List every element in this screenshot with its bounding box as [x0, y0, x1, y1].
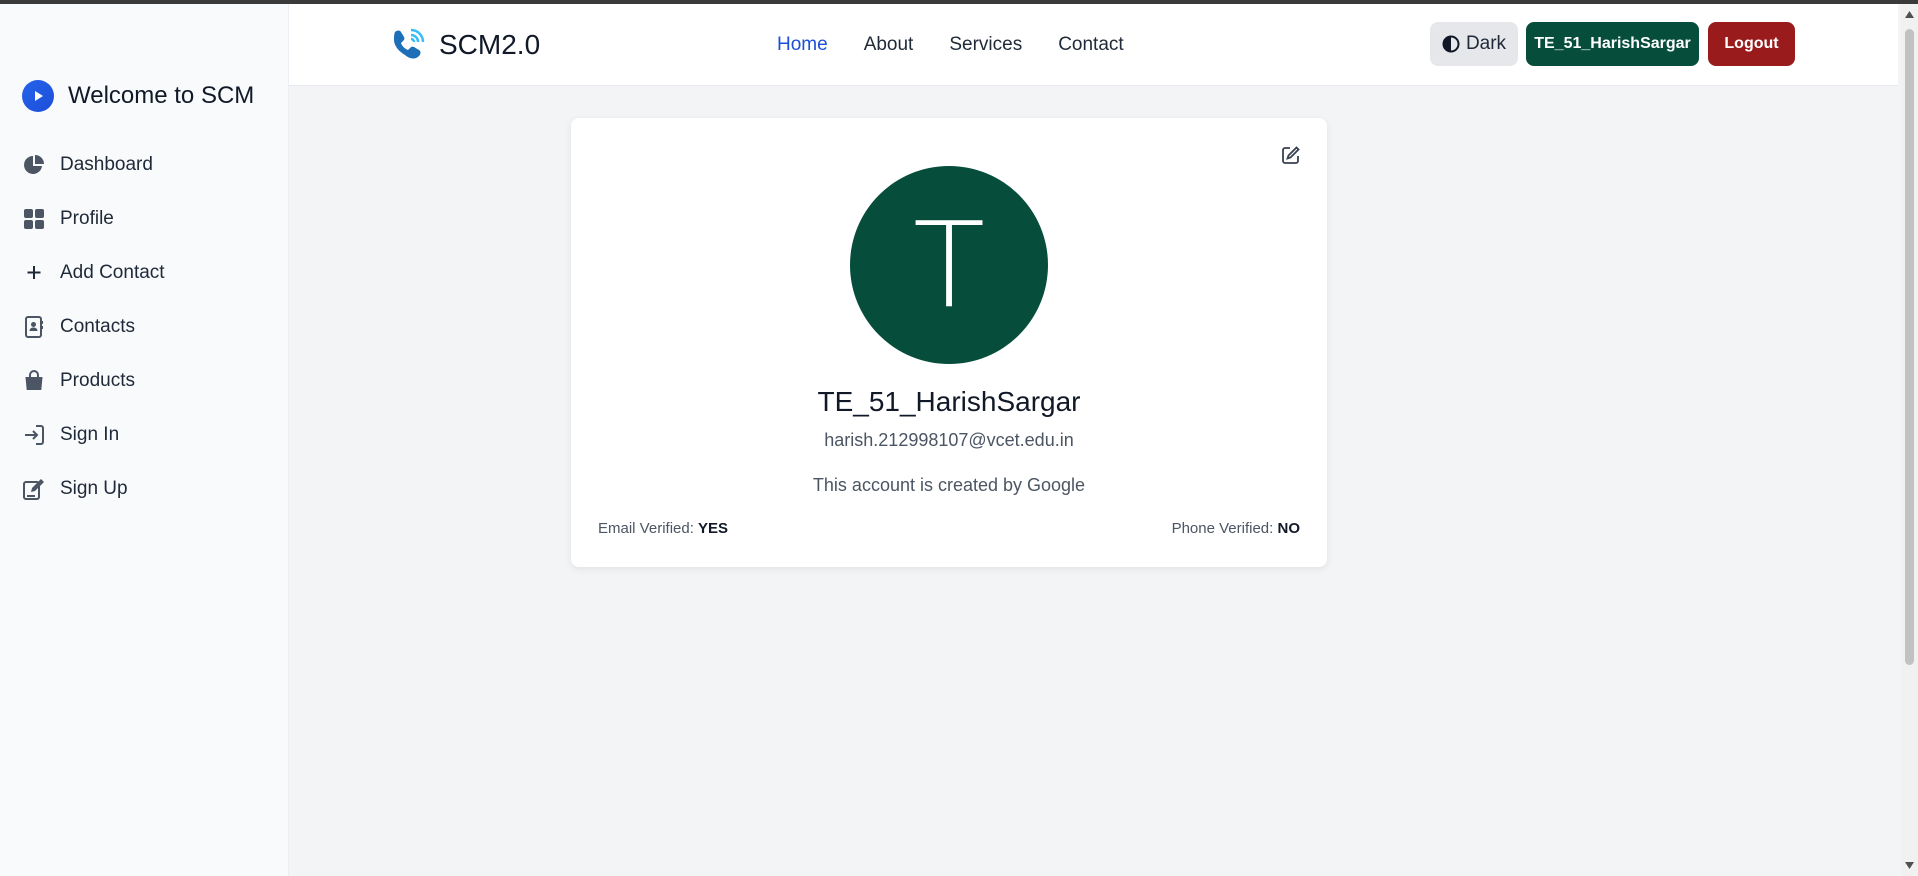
top-navbar: SCM2.0 Home About Services Contact Dark …	[289, 4, 1898, 86]
sidebar-item-profile[interactable]: Profile	[22, 192, 165, 246]
phone-verified-status: Phone Verified: NO	[1172, 520, 1300, 537]
sidebar-item-sign-up[interactable]: Sign Up	[22, 462, 165, 516]
user-button[interactable]: TE_51_HarishSargar	[1526, 22, 1699, 66]
phone-verified-value: NO	[1277, 520, 1301, 537]
theme-toggle-label: Dark	[1465, 33, 1507, 54]
profile-card: T TE_51_HarishSargar harish.212998107@vc…	[571, 118, 1327, 567]
scroll-up-arrow-icon[interactable]	[1904, 10, 1915, 19]
logo[interactable]: SCM2.0	[389, 26, 540, 64]
scroll-down-arrow-icon[interactable]	[1904, 861, 1915, 870]
sidebar-item-label: Profile	[60, 208, 114, 229]
edit-icon[interactable]	[1281, 145, 1301, 165]
sidebar-item-contacts[interactable]: Contacts	[22, 300, 165, 354]
nav-home[interactable]: Home	[777, 34, 828, 56]
email-verified-status: Email Verified: YES	[598, 520, 728, 537]
account-source-note: This account is created by Google	[812, 475, 1086, 495]
shopping-bag-icon	[25, 370, 43, 390]
avatar: T	[850, 166, 1048, 364]
theme-toggle-button[interactable]: Dark	[1430, 22, 1518, 66]
chart-pie-icon	[24, 155, 44, 174]
main-nav: Home About Services Contact	[777, 34, 1124, 56]
profile-name: TE_51_HarishSargar	[817, 386, 1081, 417]
sign-in-icon	[25, 425, 44, 445]
email-verified-value: YES	[698, 520, 729, 537]
sidebar-brand: Welcome to SCM	[22, 80, 254, 112]
grid-icon	[24, 209, 44, 229]
sidebar-item-label: Dashboard	[60, 154, 153, 175]
play-circle-icon	[22, 80, 54, 112]
logo-text: SCM2.0	[439, 29, 541, 60]
nav-about[interactable]: About	[864, 34, 914, 56]
sidebar-item-label: Sign In	[60, 424, 120, 445]
sidebar-item-sign-in[interactable]: Sign In	[22, 408, 165, 462]
edit-signup-icon	[23, 479, 44, 500]
sidebar-item-add-contact[interactable]: Add Contact	[22, 246, 165, 300]
plus-icon	[27, 266, 41, 279]
sidebar-item-label: Sign Up	[60, 478, 128, 499]
phone-verified-label: Phone Verified:	[1171, 520, 1274, 537]
scrollbar-thumb[interactable]	[1905, 29, 1914, 665]
nav-contact[interactable]: Contact	[1058, 34, 1123, 56]
address-book-icon	[25, 316, 43, 338]
sidebar-nav: Dashboard Profile Add Contact Contacts P…	[22, 138, 165, 516]
sidebar-brand-title: Welcome to SCM	[68, 82, 255, 109]
sidebar-item-label: Contacts	[60, 316, 135, 337]
logout-button[interactable]: Logout	[1708, 22, 1795, 66]
sidebar-item-dashboard[interactable]: Dashboard	[22, 138, 165, 192]
profile-email: harish.212998107@vcet.edu.in	[824, 430, 1074, 450]
email-verified-label: Email Verified:	[598, 520, 694, 537]
sidebar-item-products[interactable]: Products	[22, 354, 165, 408]
half-circle-theme-icon	[1442, 35, 1460, 53]
sidebar: Welcome to SCM Dashboard Profile Add Con…	[0, 4, 289, 876]
sidebar-item-label: Products	[60, 370, 135, 391]
sidebar-item-label: Add Contact	[60, 262, 165, 283]
phone-logo-icon	[394, 28, 425, 59]
page-scrollbar[interactable]	[1901, 4, 1918, 876]
nav-services[interactable]: Services	[949, 34, 1022, 56]
